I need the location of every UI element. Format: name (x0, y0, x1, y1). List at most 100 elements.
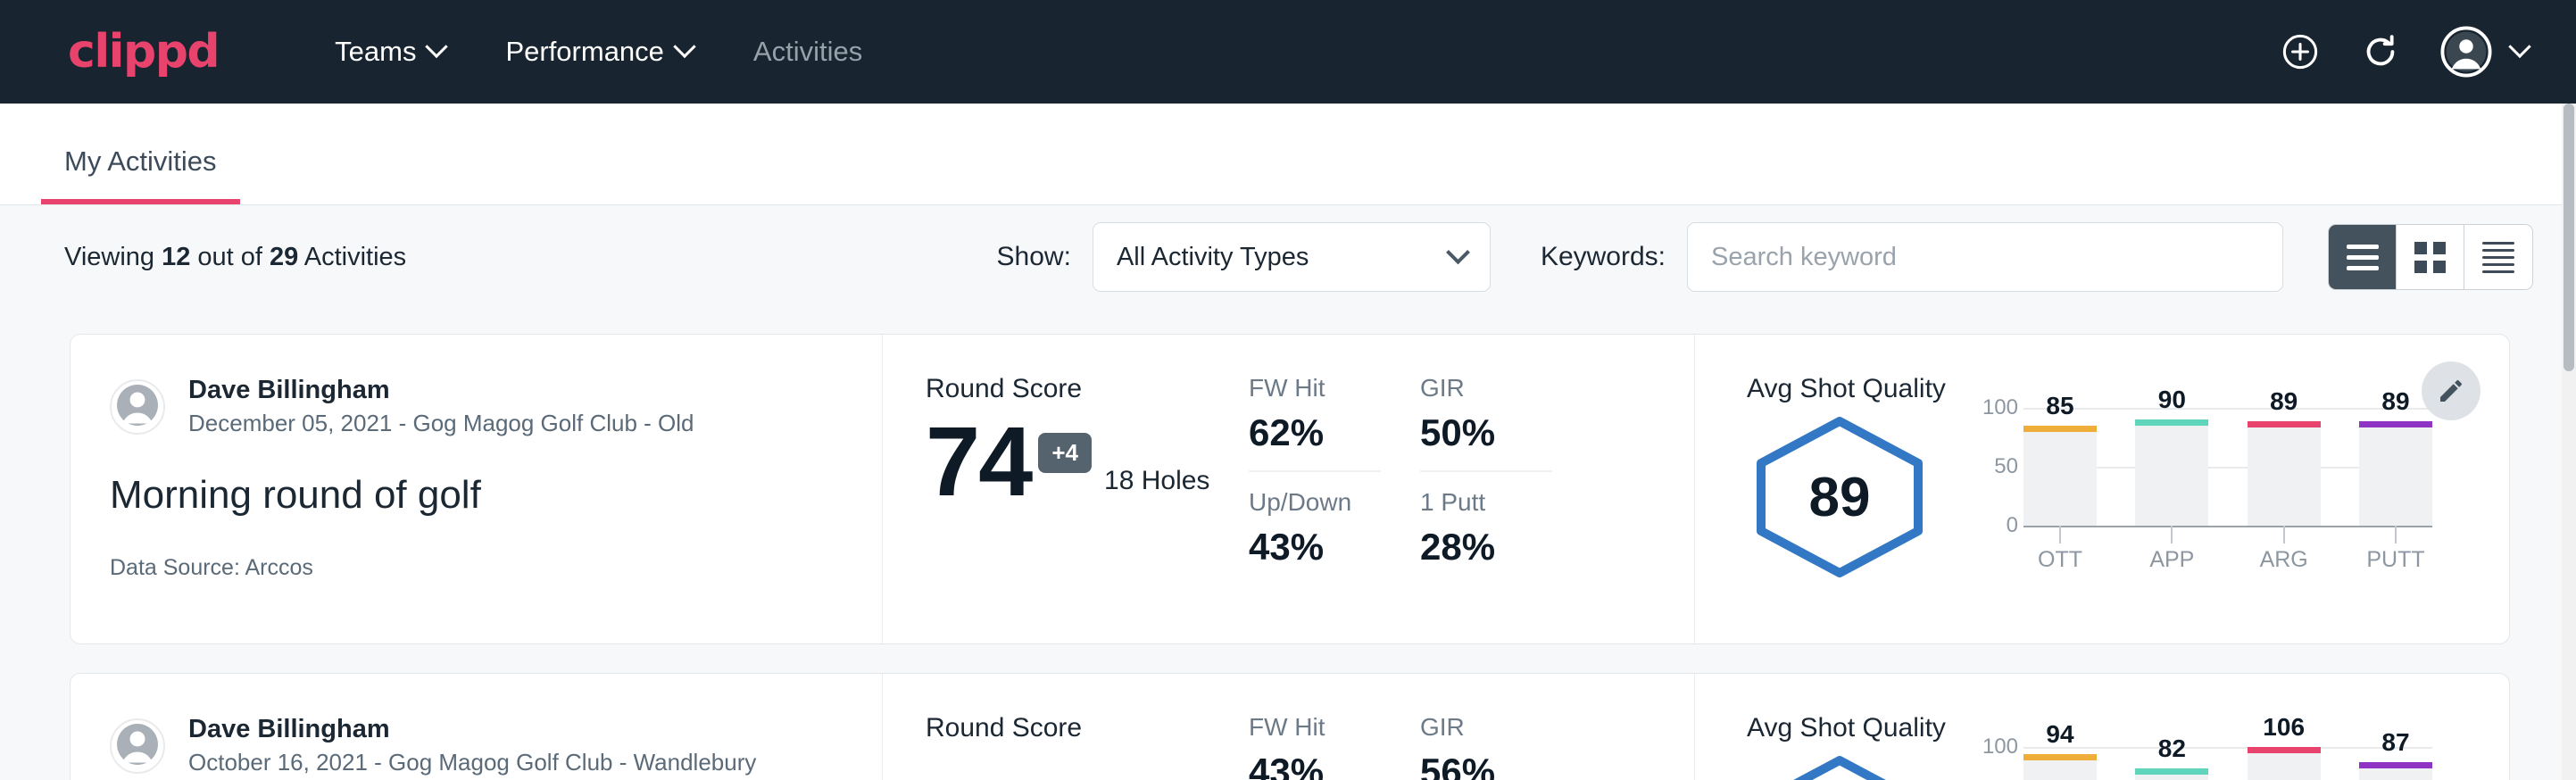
chart-y-tick-label: 100 (1982, 734, 2018, 759)
shot-quality-value: 89 (1747, 414, 1932, 580)
search-input[interactable] (1687, 222, 2283, 292)
nav-item-teams[interactable]: Teams (304, 36, 475, 68)
round-score-value: 74 (926, 417, 1031, 507)
chart-bars: 85908989 (2023, 408, 2432, 526)
chart-bar-value: 89 (2248, 387, 2321, 416)
chart-x-tick-label: ARG (2248, 547, 2321, 573)
shot-quality-value (1747, 753, 1932, 780)
activity-card[interactable]: Dave Billingham December 05, 2021 - Gog … (70, 334, 2510, 644)
stat-up-down: Up/Down 43% (1249, 472, 1381, 568)
round-score-row (926, 756, 1249, 767)
activity-user: Dave Billingham October 16, 2021 - Gog M… (110, 713, 882, 778)
chart-x-tick (2023, 526, 2097, 544)
activity-user: Dave Billingham December 05, 2021 - Gog … (110, 374, 882, 439)
chart-x-labels: OTT APP ARG PUTT (2023, 547, 2432, 573)
activity-summary-column: Dave Billingham December 05, 2021 - Gog … (71, 335, 883, 643)
tab-my-activities-label: My Activities (64, 145, 217, 177)
refresh-icon[interactable] (2360, 31, 2401, 72)
keywords-label: Keywords: (1541, 242, 1666, 272)
view-mode-grid-button[interactable] (2397, 225, 2464, 289)
list-view-icon (2347, 245, 2379, 270)
stat-fw-hit: FW Hit 43% (1249, 713, 1381, 780)
chart-y-tick-label: 0 (2007, 513, 2018, 538)
activity-type-select-value: All Activity Types (1117, 243, 1309, 272)
page-tab-bar: My Activities (0, 104, 2576, 205)
page-scrollbar-thumb[interactable] (2564, 104, 2574, 371)
grid-view-icon (2414, 242, 2446, 273)
app-logo[interactable]: clippd (68, 29, 219, 75)
stat-up-down-label: Up/Down (1249, 488, 1381, 517)
stat-one-putt: 1 Putt 28% (1420, 472, 1552, 568)
chart-bar-value: 87 (2359, 728, 2432, 757)
viewing-shown-count: 12 (162, 243, 190, 271)
nav-item-activities[interactable]: Activities (723, 36, 893, 68)
filter-toolbar: Viewing 12 out of 29 Activities Show: Al… (0, 205, 2576, 309)
stat-gir-value: 50% (1420, 411, 1552, 454)
activity-list: Dave Billingham December 05, 2021 - Gog … (0, 309, 2576, 780)
round-score-column: Round Score 74 +4 18 Holes (883, 335, 1249, 643)
chart-x-ticks (2023, 526, 2432, 544)
shot-quality-bar-chart: 050100 948210687 OTTAPPARGPUTT (1968, 747, 2432, 780)
view-mode-list-button[interactable] (2329, 225, 2397, 289)
chart-bar: 90 (2135, 408, 2208, 526)
stat-fw-hit-value: 62% (1249, 411, 1381, 454)
stat-gir: GIR 50% (1420, 374, 1552, 472)
chart-y-tick-label: 100 (1982, 395, 2018, 420)
avatar (110, 379, 165, 435)
chart-bar: 106 (2248, 747, 2321, 780)
show-filter-label: Show: (997, 242, 1071, 272)
avatar (110, 718, 165, 774)
chevron-down-icon (1446, 240, 1470, 264)
activity-card[interactable]: Dave Billingham October 16, 2021 - Gog M… (70, 673, 2510, 780)
page-scrollbar[interactable] (2562, 104, 2576, 780)
chart-bars: 948210687 (2023, 747, 2432, 780)
chart-x-tick-label: APP (2135, 547, 2208, 573)
add-circle-icon[interactable] (2280, 31, 2321, 72)
shot-quality-row: 89 050100 85908989 OTTAPPARGPUTT (1747, 408, 2509, 586)
chevron-down-icon (2508, 36, 2530, 58)
chart-bar-value: 82 (2135, 734, 2208, 763)
activity-meta: October 16, 2021 - Gog Magog Golf Club -… (188, 747, 756, 778)
nav-item-performance[interactable]: Performance (475, 36, 722, 68)
account-menu[interactable] (2440, 26, 2528, 78)
stat-gir: GIR 56% (1420, 713, 1552, 780)
shot-quality-bar-chart: 050100 85908989 OTTAPPARGPUTT (1968, 408, 2432, 586)
activity-type-select[interactable]: All Activity Types (1093, 222, 1491, 292)
viewing-mid: out of (190, 243, 270, 271)
stat-up-down-value: 43% (1249, 526, 1381, 568)
nav-item-activities-label: Activities (753, 36, 862, 68)
round-score-column: Round Score (883, 674, 1249, 780)
edit-activity-button[interactable] (2422, 361, 2480, 420)
shot-quality-hexagon (1747, 753, 1932, 780)
activity-user-name: Dave Billingham (188, 374, 694, 406)
nav-item-performance-label: Performance (505, 36, 663, 68)
chart-plot-area: 948210687 (2023, 747, 2432, 780)
round-score-row: 74 +4 18 Holes (926, 417, 1249, 507)
stat-fw-hit: FW Hit 62% (1249, 374, 1381, 472)
round-stats-column: FW Hit 62% GIR 50% Up/Down 43% 1 Putt 28… (1249, 335, 1695, 643)
stat-gir-value: 56% (1420, 751, 1552, 780)
compact-view-icon (2482, 242, 2514, 273)
viewing-prefix: Viewing (64, 243, 162, 271)
tab-my-activities[interactable]: My Activities (41, 145, 240, 204)
nav-item-teams-label: Teams (335, 36, 416, 68)
chevron-down-icon (673, 36, 695, 58)
view-mode-compact-button[interactable] (2464, 225, 2532, 289)
chart-y-axis: 050100 (1968, 747, 2018, 780)
stat-fw-hit-label: FW Hit (1249, 374, 1381, 402)
chart-bar-value: 85 (2023, 392, 2097, 420)
chart-x-tick-label: PUTT (2359, 547, 2432, 573)
round-stats-column: FW Hit 43% GIR 56% (1249, 674, 1695, 780)
chart-x-tick-label: OTT (2023, 547, 2097, 573)
chart-bar-value: 94 (2023, 720, 2097, 749)
chart-bar-value: 106 (2248, 713, 2321, 742)
activity-summary-column: Dave Billingham October 16, 2021 - Gog M… (71, 674, 883, 780)
round-holes-label: 18 Holes (1104, 466, 1209, 496)
pencil-icon (2437, 377, 2465, 405)
chart-x-tick (2135, 526, 2208, 544)
chart-bar: 89 (2248, 408, 2321, 526)
chart-plot-area: 85908989 (2023, 408, 2432, 526)
chart-bar: 94 (2023, 747, 2097, 780)
top-navigation-bar: clippd Teams Performance Activities (0, 0, 2576, 104)
round-score-to-par-badge: +4 (1038, 433, 1092, 473)
